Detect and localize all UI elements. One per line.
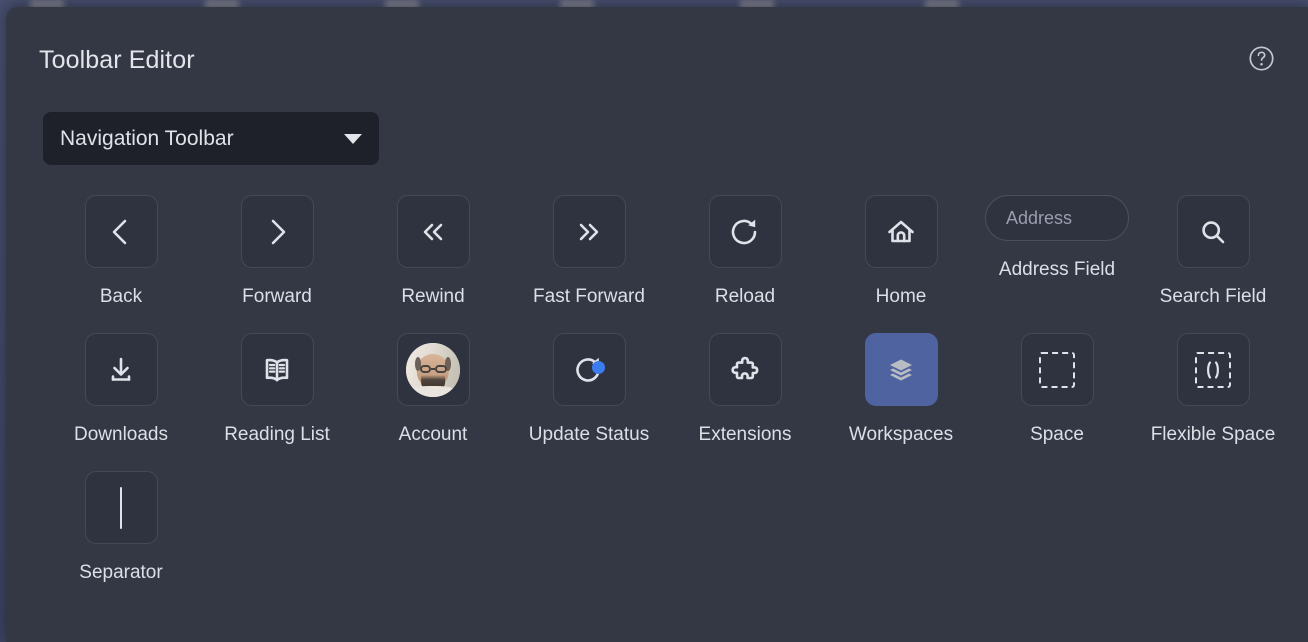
palette-item-label: Rewind (401, 286, 465, 307)
palette-item-label: Account (398, 424, 468, 445)
palette-item-separator[interactable]: Separator (43, 471, 199, 585)
palette-item-downloads[interactable]: Downloads (43, 333, 199, 447)
palette-item-reading-list[interactable]: Reading List (199, 333, 355, 447)
double-chevron-right-icon (579, 223, 599, 240)
chevron-left-icon (112, 219, 127, 244)
palette-item-label: Space (1030, 424, 1084, 445)
palette-item-account[interactable]: Account (355, 333, 511, 447)
rewind-tile[interactable] (396, 195, 470, 268)
reload-tile[interactable] (708, 195, 782, 268)
open-book-icon (265, 358, 289, 381)
page-title: Toolbar Editor (39, 46, 195, 74)
palette-item-label: Extensions (698, 424, 792, 445)
palette-item-label: Fast Forward (533, 286, 645, 307)
palette-item-address-field[interactable]: Address Address Field (979, 195, 1135, 309)
palette-item-label: Downloads (74, 424, 168, 445)
puzzle-piece-icon (731, 356, 759, 379)
toolbar-editor-dialog: Toolbar Editor Navigation Toolbar Back F… (6, 7, 1308, 642)
palette-item-home[interactable]: Home (823, 195, 979, 309)
palette-item-space[interactable]: Space (979, 333, 1135, 447)
space-tile[interactable] (1020, 333, 1094, 406)
palette-item-update-status[interactable]: Update Status (511, 333, 667, 447)
palette-item-label: Address Field (998, 259, 1116, 280)
palette-item-back[interactable]: Back (43, 195, 199, 309)
palette-item-label: Home (875, 286, 927, 307)
toolbar-select-dropdown[interactable]: Navigation Toolbar (43, 112, 379, 165)
flexible-space-tile[interactable] (1176, 333, 1250, 406)
chevron-right-icon (271, 219, 286, 244)
downloads-tile[interactable] (84, 333, 158, 406)
dashed-square-icon (1039, 351, 1075, 388)
palette-item-reload[interactable]: Reload (667, 195, 823, 309)
palette-item-label: Separator (79, 562, 163, 583)
palette-item-fast-forward[interactable]: Fast Forward (511, 195, 667, 309)
stacked-layers-icon (890, 359, 912, 380)
palette-item-workspaces[interactable]: Workspaces (823, 333, 979, 447)
palette-item-search-field[interactable]: Search Field (1135, 195, 1291, 309)
vertical-bar-icon (119, 486, 123, 529)
update-available-badge (591, 361, 605, 374)
account-tile[interactable] (396, 333, 470, 406)
reload-circular-arrow-icon (731, 219, 757, 244)
fast-forward-tile[interactable] (552, 195, 626, 268)
home-house-icon (888, 220, 914, 242)
palette-item-label: Reading List (224, 424, 330, 445)
back-tile[interactable] (84, 195, 158, 268)
chevron-down-icon (344, 133, 362, 144)
address-field-placeholder: Address (1006, 207, 1073, 228)
magnifying-glass-icon (1202, 220, 1225, 243)
palette-item-rewind[interactable]: Rewind (355, 195, 511, 309)
toolbar-item-palette: Back Forward Rewind Fast Forward Reload … (43, 195, 1298, 609)
help-circle-icon[interactable] (1248, 45, 1275, 72)
toolbar-select-value: Navigation Toolbar (60, 126, 234, 150)
double-chevron-left-icon (423, 223, 443, 240)
separator-tile[interactable] (84, 471, 158, 544)
palette-item-label: Workspaces (848, 424, 954, 445)
workspaces-tile[interactable] (864, 333, 938, 406)
palette-item-label: Update Status (528, 424, 650, 445)
download-arrow-tray-icon (111, 357, 131, 381)
palette-item-label: Back (99, 286, 143, 307)
palette-item-label: Flexible Space (1150, 424, 1276, 445)
home-tile[interactable] (864, 195, 938, 268)
palette-item-extensions[interactable]: Extensions (667, 333, 823, 447)
palette-item-label: Reload (714, 286, 776, 307)
palette-item-forward[interactable]: Forward (199, 195, 355, 309)
dashed-square-parentheses-icon (1195, 351, 1231, 388)
user-avatar-photo (406, 342, 460, 397)
palette-item-flexible-space[interactable]: Flexible Space (1135, 333, 1291, 447)
extensions-tile[interactable] (708, 333, 782, 406)
forward-tile[interactable] (240, 195, 314, 268)
search-field-tile[interactable] (1176, 195, 1250, 268)
reading-list-tile[interactable] (240, 333, 314, 406)
update-status-tile[interactable] (552, 333, 626, 406)
address-field-input[interactable]: Address (985, 195, 1129, 241)
palette-item-label: Search Field (1159, 286, 1267, 307)
palette-item-label: Forward (242, 286, 312, 307)
